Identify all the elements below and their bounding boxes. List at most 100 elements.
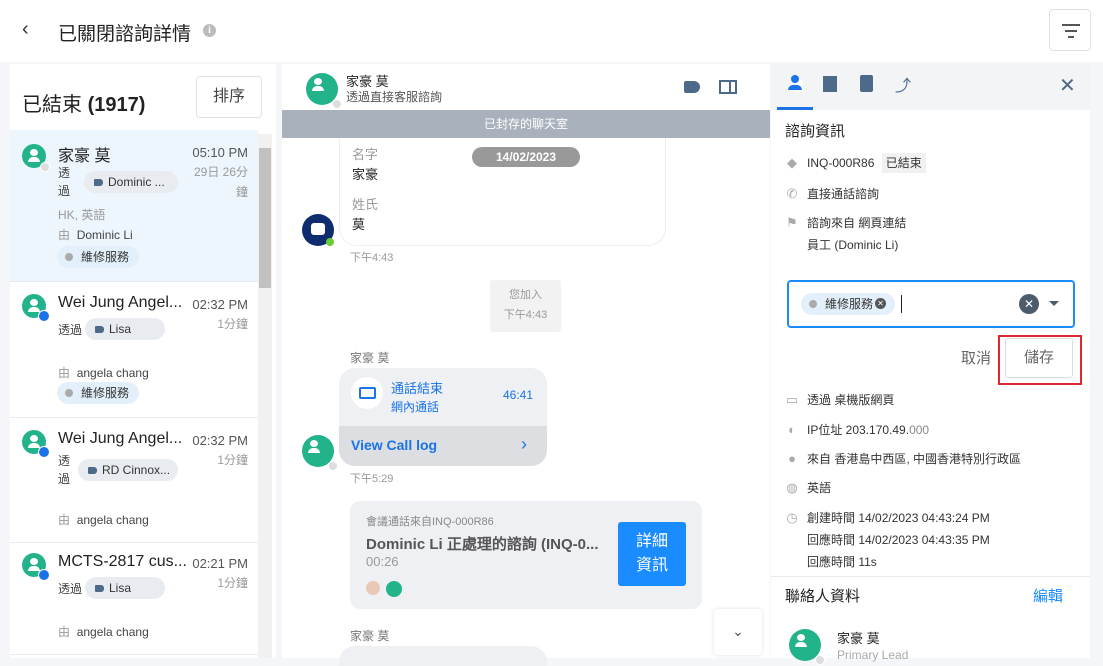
responded-time: 回應時間 14/02/2023 04:43:35 PM (807, 533, 990, 547)
bot-avatar (302, 214, 334, 246)
view-call-log-label: View Call log (351, 437, 438, 453)
channel-chip: RD Cinnox... (78, 459, 178, 481)
date-divider: 14/02/2023 (472, 147, 580, 167)
list-item[interactable]: Wei Jung Angel... 02:32 PM 1分鐘 透過 RD Cin… (10, 418, 258, 543)
remove-tag-icon[interactable]: ✕ (875, 298, 886, 309)
chat-subtitle: 透過直接客服諮詢 (346, 90, 443, 104)
cancel-button[interactable]: 取消 (961, 347, 991, 368)
list-item[interactable]: Wei Jung Angel... 02:32 PM 1分鐘 透過 Lisa 由… (10, 282, 258, 418)
conference-duration: 00:26 (366, 554, 399, 569)
contact-section-title: 聯絡人資料 (785, 588, 861, 605)
agent-name: angela chang (76, 625, 149, 639)
tag-chip: 維修服務 (57, 246, 140, 268)
back-icon[interactable]: ‹ (22, 18, 29, 41)
item-ago: 1分鐘 (217, 453, 248, 467)
dropdown-arrow-icon[interactable] (1049, 301, 1059, 311)
tag-select-input[interactable]: 維修服務 ✕ ✕ (787, 280, 1075, 328)
tab-contact[interactable] (777, 64, 813, 110)
form-label: 名字 (352, 147, 379, 162)
scroll-down-button[interactable]: ⌄ (714, 609, 762, 655)
ticket-icon: ◆ (787, 155, 797, 170)
participant-avatar (366, 581, 380, 595)
via-label: 透 (58, 166, 71, 180)
filter-button[interactable] (1049, 9, 1091, 51)
channel-chip: Dominic ... (84, 171, 178, 193)
contact-avatar (302, 435, 338, 471)
by-label: 由 (58, 366, 71, 380)
archived-banner: 已封存的聊天室 (282, 110, 770, 138)
list-scrollbar[interactable] (258, 134, 272, 658)
save-button[interactable]: 儲存 (1005, 338, 1073, 378)
via-label: 透 (58, 454, 71, 468)
by-label: 由 (58, 513, 71, 527)
details-label: 詳細 (635, 533, 668, 550)
item-time: 02:32 PM (192, 433, 248, 448)
conference-title: Dominic Li 正處理的諮詢 (INQ-0... (366, 536, 599, 553)
agent-name: Dominic Li (76, 228, 133, 242)
item-name: 家豪 莫 (58, 148, 111, 165)
edit-contact-link[interactable]: 編輯 (1033, 585, 1063, 606)
top-header: ‹ 已關閉諮詢詳情 i (0, 0, 1103, 62)
info-icon[interactable]: i (203, 24, 216, 37)
call-card: 通話結束 網內通話 46:41 View Call log › (339, 368, 547, 466)
created-time: 創建時間 14/02/2023 04:43:24 PM (807, 511, 990, 525)
item-ago-cont: 鐘 (235, 185, 248, 199)
laptop-icon: ▭ (785, 392, 799, 407)
inquiry-type: 直接通話諮詢 (807, 187, 880, 201)
via-label-cont: 過 (58, 472, 71, 486)
globe-icon: ◍ (786, 480, 798, 495)
item-name: Wei Jung Angel... (58, 294, 183, 311)
channel-chip: Lisa (85, 318, 165, 340)
chat-panel: 家豪 莫 透過直接客服諮詢 已封存的聊天室 名字 家豪 姓氏 莫 14/02/2… (282, 64, 770, 666)
agent-name: angela chang (76, 513, 149, 527)
details-panel: ⤴ ✕ 諮詢資訊 ◆ INQ-000R86 已結束 ✆ 直接通話諮詢 ⚑ 諮詢來自 網… (771, 64, 1090, 665)
text-cursor (901, 295, 902, 313)
inquiry-list-panel: 已結束 (1917) 排序 家豪 莫 05:10 PM 29日 26分鐘 透過 … (10, 64, 276, 658)
by-label: 由 (58, 228, 71, 242)
clear-icon[interactable]: ✕ (1019, 294, 1039, 314)
section-title: 諮詢資訊 (785, 123, 846, 140)
message-time: 下午4:43 (350, 252, 394, 264)
contact-role: Primary Lead (837, 648, 909, 662)
list-item[interactable]: MCTS-2817 cus... 02:21 PM 1分鐘 透過 Lisa 由 … (10, 543, 258, 655)
flag-icon: ⚑ (786, 215, 798, 230)
contact-avatar (789, 629, 825, 665)
participant-avatar (386, 581, 402, 597)
tag-icon[interactable] (684, 81, 700, 93)
close-icon[interactable]: ✕ (1059, 73, 1076, 98)
clock-icon: ◷ (786, 510, 798, 525)
join-text: 您加入 (509, 289, 542, 301)
form-value: 莫 (352, 217, 366, 232)
location-icon: ● (788, 451, 796, 466)
map-icon[interactable] (823, 76, 837, 92)
tag-chip: 維修服務 (57, 382, 140, 404)
phone-icon: ✆ (786, 186, 798, 201)
avatar (22, 430, 50, 458)
conference-card: 會議通話來自INQ-000R86 Dominic Li 正處理的諮詢 (INQ-… (350, 501, 702, 609)
ip-address: IP位址 203.170.49. (807, 423, 910, 437)
details-button[interactable]: 詳細 資訊 (618, 522, 686, 586)
sender-name: 家豪 莫 (350, 629, 390, 643)
panel-tabs: ⤴ ✕ (771, 64, 1090, 110)
item-ago: 29日 26分 (193, 165, 248, 179)
document-icon[interactable] (860, 75, 873, 92)
conference-from: 會議通話來自INQ-000R86 (366, 516, 494, 528)
view-call-log-link[interactable]: View Call log › (339, 426, 547, 466)
side-panel-icon[interactable] (719, 80, 737, 94)
item-meta: HK, 英語 (58, 208, 106, 222)
details-label-cont: 資訊 (635, 557, 668, 574)
list-title: 已結束 (1917) (22, 94, 146, 116)
item-ago: 1分鐘 (217, 317, 248, 331)
sort-button[interactable]: 排序 (196, 76, 262, 118)
item-time: 02:21 PM (192, 556, 248, 571)
inquiry-source: 諮詢來自 網頁連結 (807, 216, 907, 230)
call-subtitle: 網內通話 (391, 400, 440, 414)
system-message: 您加入 下午4:43 (490, 280, 561, 332)
ip-address-masked: 000 (909, 423, 930, 437)
list-item[interactable]: 家豪 莫 05:10 PM 29日 26分鐘 透過 Dominic ... HK… (10, 130, 258, 282)
via-label-cont: 過 (58, 184, 71, 198)
staff-name: 員工 (Dominic Li) (807, 238, 899, 252)
avatar (22, 294, 50, 322)
call-duration: 46:41 (502, 388, 533, 402)
merge-icon[interactable]: ⤴ (895, 72, 911, 96)
